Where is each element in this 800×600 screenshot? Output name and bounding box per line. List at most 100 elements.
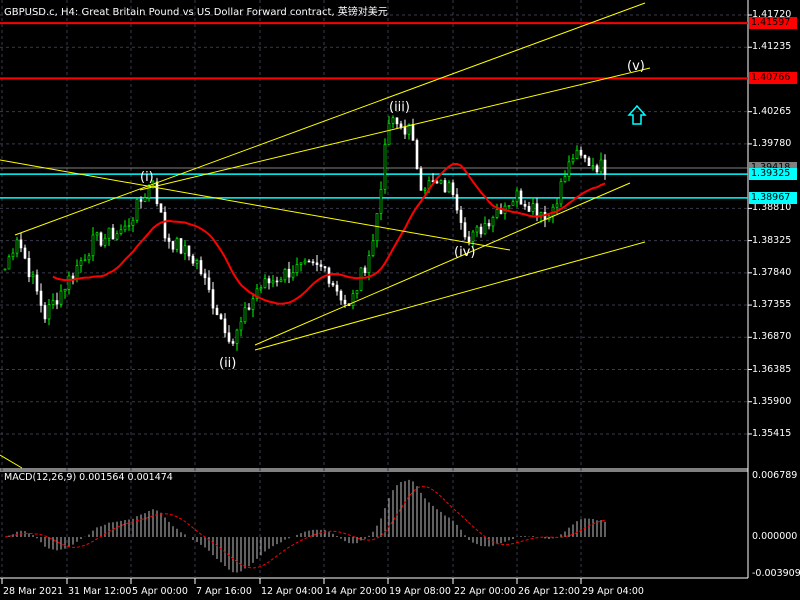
candle-body	[35, 274, 39, 292]
candle-body	[563, 176, 567, 182]
candle-body	[459, 209, 463, 223]
candle-body	[203, 273, 207, 279]
candle-body	[387, 123, 391, 145]
candle-body	[379, 188, 383, 214]
price-axis-label: 1.36870	[752, 331, 792, 343]
time-axis-label: 19 Apr 08:00	[389, 586, 451, 597]
price-axis-label: 1.36385	[752, 363, 792, 375]
wave-label-iv: (iv)	[454, 245, 476, 260]
candle-body	[51, 300, 55, 305]
trend-line	[0, 454, 23, 469]
candle-body	[291, 272, 295, 278]
candle-body	[419, 168, 423, 191]
candle-body	[159, 203, 163, 213]
candle-body	[115, 233, 119, 240]
candle-body	[103, 237, 107, 246]
candle-body	[223, 318, 227, 334]
candle-body	[415, 140, 419, 169]
candle-body	[111, 227, 115, 240]
trend-line	[139, 67, 651, 191]
candle-body	[135, 199, 139, 221]
price-chart[interactable]	[0, 0, 800, 600]
price-axis-label: 1.39780	[752, 137, 792, 149]
candle-body	[507, 205, 511, 207]
time-axis-label: 12 Apr 04:00	[261, 586, 323, 597]
candle-body	[47, 304, 51, 320]
candle-body	[515, 190, 519, 203]
wave-label-ii: (ii)	[219, 356, 237, 371]
candle-body	[139, 199, 143, 202]
candle-body	[247, 307, 251, 310]
time-axis-label: 28 Mar 2021	[3, 586, 64, 597]
candle-body	[591, 165, 595, 167]
candle-body	[27, 257, 31, 278]
candle-body	[539, 212, 543, 216]
candle-body	[187, 245, 191, 257]
candle-body	[339, 290, 343, 301]
candle-body	[295, 264, 299, 273]
candle-body	[179, 238, 183, 254]
time-axis-label: 26 Apr 12:00	[518, 586, 580, 597]
candle-body	[371, 240, 375, 256]
time-axis-label: 5 Apr 00:00	[132, 586, 188, 597]
candle-body	[303, 260, 307, 264]
price-axis-label: 1.37355	[752, 299, 792, 311]
candle-body	[263, 278, 267, 288]
macd-axis-label: 0.000000	[752, 531, 798, 542]
candle-body	[595, 165, 599, 173]
candle-body	[191, 255, 195, 264]
candle-body	[571, 158, 575, 163]
candle-body	[299, 262, 303, 265]
candle-body	[451, 182, 455, 195]
price-label-red-level: 1.41597	[749, 17, 797, 30]
candle-body	[271, 280, 275, 284]
chart-title: GBPUSD.c, H4: Great Britain Pound vs US …	[4, 7, 388, 18]
candle-body	[535, 203, 539, 216]
candle-body	[335, 284, 339, 292]
candle-body	[175, 238, 179, 250]
candle-body	[75, 265, 79, 279]
candle-body	[575, 149, 579, 159]
price-axis-label: 1.40265	[752, 105, 792, 117]
candle-body	[355, 290, 359, 294]
price-label-red-level: 1.40766	[749, 72, 797, 85]
candle-body	[123, 225, 127, 231]
candle-body	[519, 190, 523, 205]
candle-body	[411, 124, 415, 141]
candle-body	[315, 262, 319, 266]
candle-body	[171, 241, 175, 250]
candle-body	[19, 239, 23, 249]
candle-body	[531, 203, 535, 212]
candle-body	[215, 307, 219, 315]
candle-body	[423, 188, 427, 191]
candle-body	[143, 197, 147, 202]
time-axis-label: 29 Apr 04:00	[582, 586, 644, 597]
candle-body	[31, 274, 35, 278]
candle-body	[71, 275, 75, 279]
candle-body	[219, 314, 223, 320]
candle-body	[467, 236, 471, 242]
price-axis-label: 1.38810	[752, 202, 792, 214]
price-axis-label: 1.35415	[752, 427, 792, 439]
candle-body	[59, 290, 63, 305]
macd-axis-label: -0.003909	[752, 568, 800, 579]
candle-body	[67, 275, 71, 290]
candle-body	[83, 259, 87, 262]
candle-body	[211, 289, 215, 309]
candle-body	[259, 287, 263, 290]
candle-body	[471, 231, 475, 242]
candle-body	[527, 205, 531, 212]
candle-body	[95, 232, 99, 236]
time-axis-label: 22 Apr 00:00	[454, 586, 516, 597]
candle-body	[483, 223, 487, 235]
candle-body	[235, 329, 239, 344]
candle-body	[323, 266, 327, 269]
time-axis-label: 14 Apr 20:00	[325, 586, 387, 597]
trend-line	[254, 241, 646, 351]
candle-body	[579, 149, 583, 156]
candle-body	[343, 299, 347, 305]
candle-body	[351, 293, 355, 306]
candle-body	[127, 225, 131, 227]
candle-body	[163, 211, 167, 239]
candle-body	[383, 144, 387, 190]
